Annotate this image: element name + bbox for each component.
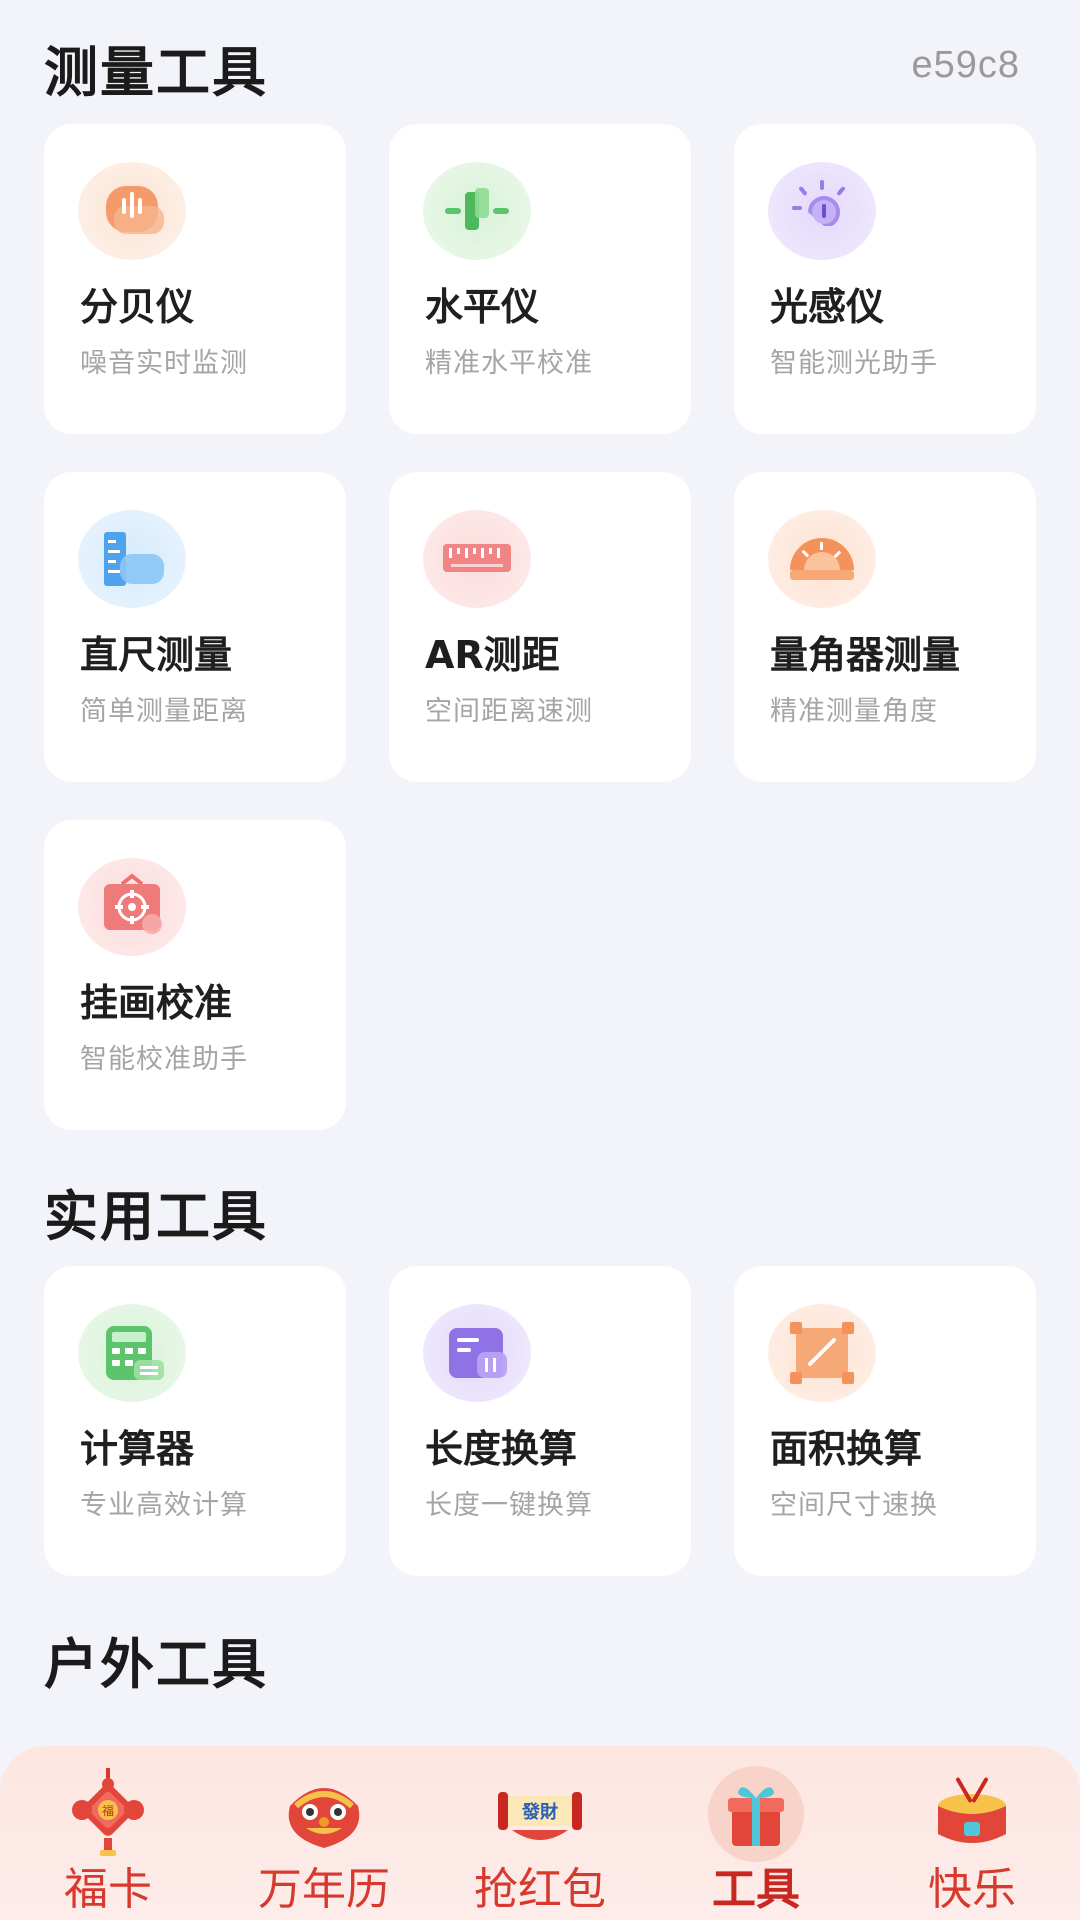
tool-desc: 简单测量距离 [80,696,248,727]
decibel-meter-icon [78,162,186,260]
nav-item-happy[interactable]: 快乐 [872,1746,1072,1920]
section-title-practical: 实用工具 [44,1185,268,1248]
section-title-measure: 测量工具 [44,41,268,104]
tool-desc: 精准水平校准 [425,348,593,379]
tool-desc: 长度一键换算 [425,1490,593,1521]
light-sensor-icon [768,162,876,260]
tool-name: 挂画校准 [80,981,233,1025]
picture-align-icon [78,858,186,956]
nav-item-tools[interactable]: 工具 [656,1746,856,1920]
nav-label: 工具 [712,1864,800,1915]
nav-label: 抢红包 [474,1864,606,1915]
tool-card-ruler[interactable]: 直尺测量 简单测量距离 [44,472,346,782]
tool-name: AR测距 [425,633,560,677]
bottom-nav: 福 福卡 万年历 發財 抢红包 工具 快乐 [0,1746,1080,1920]
tool-card-calculator[interactable]: 计算器 专业高效计算 [44,1266,346,1576]
protractor-icon [768,510,876,608]
chinese-knot-icon: 福 [60,1766,156,1862]
corner-code: e59c8 [911,44,1020,86]
tool-name: 长度换算 [425,1427,578,1471]
tool-desc: 智能校准助手 [80,1044,248,1075]
tool-desc: 噪音实时监测 [80,348,248,379]
tool-desc: 智能测光助手 [770,348,938,379]
tool-card-level[interactable]: 水平仪 精准水平校准 [389,124,691,434]
nav-item-redpacket[interactable]: 發財 抢红包 [440,1746,640,1920]
nav-label: 福卡 [64,1864,152,1915]
calculator-icon [78,1304,186,1402]
drum-icon [924,1766,1020,1862]
tool-card-picture[interactable]: 挂画校准 智能校准助手 [44,820,346,1130]
tool-card-length[interactable]: 长度换算 长度一键换算 [389,1266,691,1576]
area-convert-icon [768,1304,876,1402]
tool-name: 面积换算 [770,1427,923,1471]
tool-desc: 空间距离速测 [425,696,593,727]
nav-label: 万年历 [258,1864,390,1915]
tool-card-protractor[interactable]: 量角器测量 精准测量角度 [734,472,1036,782]
tool-card-decibel[interactable]: 分贝仪 噪音实时监测 [44,124,346,434]
nav-item-calendar[interactable]: 万年历 [224,1746,424,1920]
svg-text:福: 福 [102,1803,114,1818]
section-title-outdoor: 户外工具 [44,1633,268,1696]
nav-item-fuka[interactable]: 福 福卡 [8,1746,208,1920]
ar-tape-icon [423,510,531,608]
tool-name: 计算器 [80,1427,195,1471]
nav-label: 快乐 [928,1864,1016,1915]
tool-card-light[interactable]: 光感仪 智能测光助手 [734,124,1036,434]
measure-tools-grid: 分贝仪 噪音实时监测 水平仪 精准水平校准 光感仪 智能测光助手 直尺测量 简单… [44,124,1036,1130]
tool-desc: 空间尺寸速换 [770,1490,938,1521]
tool-desc: 专业高效计算 [80,1490,248,1521]
practical-tools-grid: 计算器 专业高效计算 长度换算 长度一键换算 面积换算 空间尺寸速换 [44,1266,1036,1576]
tool-name: 水平仪 [425,285,540,329]
length-convert-icon [423,1304,531,1402]
tool-card-ar[interactable]: AR测距 空间距离速测 [389,472,691,782]
tool-desc: 精准测量角度 [770,696,938,727]
tool-card-area[interactable]: 面积换算 空间尺寸速换 [734,1266,1036,1576]
svg-text:發財: 發財 [521,1801,558,1823]
scroll-icon: 發財 [492,1766,588,1862]
tool-name: 直尺测量 [80,633,233,677]
level-icon [423,162,531,260]
ruler-icon [78,510,186,608]
tool-name: 分贝仪 [80,285,195,329]
lion-head-icon [276,1766,372,1862]
tool-name: 量角器测量 [770,633,961,677]
gift-box-icon [708,1766,804,1862]
tool-name: 光感仪 [770,285,885,329]
